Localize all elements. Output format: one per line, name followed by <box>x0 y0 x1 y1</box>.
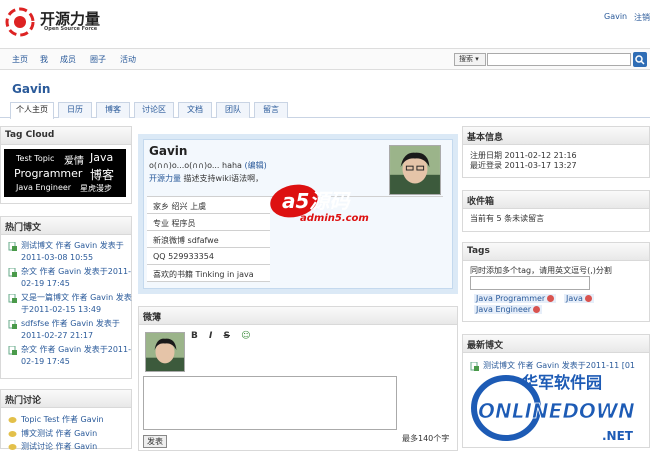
project-desc: 描述支持wiki语法啊， <box>183 174 264 183</box>
nav-home[interactable]: 主页 <box>12 54 28 65</box>
latest-posts-title: 最新博文 <box>463 335 649 353</box>
watermark-text: 华军软件园 <box>522 373 602 392</box>
tag-link[interactable]: 爱情 <box>64 152 84 167</box>
post-text: 又是一篇博文 作者 Gavin 发表于2011-02-15 13:49 <box>21 293 132 314</box>
tag-link[interactable]: Test Topic <box>16 154 54 163</box>
post-icon <box>8 294 17 303</box>
main-nav: 主页 我 成员 圈子 活动 搜索 ▾ <box>0 48 650 70</box>
tag-chip-label: Java Engineer <box>476 305 532 314</box>
logout-link[interactable]: 注销 <box>634 12 650 23</box>
editor-toolbar: B I S ☺ <box>191 331 259 341</box>
user-link[interactable]: Gavin <box>604 12 627 21</box>
search-scope-select[interactable]: 搜索 ▾ <box>454 53 486 66</box>
site-logo[interactable]: 开源力量 Open Source Force <box>4 6 109 38</box>
bold-button[interactable]: B <box>191 331 198 341</box>
post-text: 测试博文 作者 Gavin 发表于2011-03-08 10:55 <box>21 241 124 262</box>
project-link[interactable]: 开源力量 <box>149 174 181 183</box>
tag-chip: Java <box>564 294 594 303</box>
inbox-status[interactable]: 当前有 5 条未读留言 <box>470 213 544 224</box>
strike-button[interactable]: S <box>224 331 230 341</box>
italic-button[interactable]: I <box>209 331 212 341</box>
tag-link[interactable]: Java <box>90 151 113 164</box>
tag-link[interactable]: 博客 <box>90 166 114 183</box>
info-row: 家乡 绍兴 上虞 <box>147 197 270 214</box>
tag-chip: Java Engineer <box>474 305 543 314</box>
watermark-text: a5源码 <box>282 189 351 213</box>
motto-text: o(∩∩)o...o(∩∩)o... haha <box>149 161 242 170</box>
info-row: QQ 529933354 <box>147 248 270 265</box>
tag-chip: Java Programmer <box>474 294 557 303</box>
topic-text: Topic Test 作者 Gavin <box>21 415 104 424</box>
logo-mark-icon <box>5 7 35 37</box>
header: 开源力量 Open Source Force Gavin 注销 <box>0 0 650 48</box>
tab-home[interactable]: 个人主页 <box>10 102 54 119</box>
logo-subtitle: Open Source Force <box>44 26 98 32</box>
nav-circles[interactable]: 圈子 <box>90 54 106 65</box>
emoticon-icon[interactable]: ☺ <box>241 331 250 341</box>
search-input[interactable] <box>487 53 631 66</box>
search-button[interactable] <box>633 52 647 67</box>
info-row: 新浪微博 sdfafwe <box>147 231 270 248</box>
tag-chip-label: Java Programmer <box>476 294 546 303</box>
tab-messages[interactable]: 留言 <box>254 102 288 118</box>
last-login: 最近登录 2011-03-17 13:27 <box>470 161 577 170</box>
nav-activities[interactable]: 活动 <box>120 54 136 65</box>
tag-link[interactable]: Java Engineer <box>16 183 71 192</box>
tags-hint: 同时添加多个tag，请用英文逗号(,)分割 <box>470 266 612 275</box>
tab-docs[interactable]: 文档 <box>178 102 212 118</box>
post-text: 杂文 作者 Gavin 发表于2011-02-19 17:45 <box>21 345 132 366</box>
publish-button[interactable]: 发表 <box>143 435 167 448</box>
post-icon <box>8 346 17 355</box>
hot-posts-title: 热门博文 <box>1 217 131 235</box>
topic-text: 测试讨论 作者 Gavin <box>21 442 98 451</box>
nav-me[interactable]: 我 <box>40 54 48 65</box>
post-icon <box>8 268 17 277</box>
tag-input[interactable] <box>470 276 590 290</box>
topic-icon <box>8 431 17 437</box>
tab-calendar[interactable]: 日历 <box>58 102 92 118</box>
watermark-text: .NET <box>602 429 634 443</box>
basic-info-title: 基本信息 <box>463 127 649 145</box>
nav-members[interactable]: 成员 <box>60 54 76 65</box>
topic-text: 博文测试 作者 Gavin <box>21 429 98 438</box>
post-text: sdfsfse 作者 Gavin 发表于2011-02-27 21:17 <box>21 319 120 340</box>
hot-topics-title: 热门讨论 <box>1 390 131 408</box>
edit-motto-link[interactable]: (编辑) <box>245 161 267 170</box>
tag-chip-label: Java <box>566 294 583 303</box>
profile-tabs: 个人主页 日历 博客 讨论区 文档 团队 留言 <box>0 100 650 119</box>
inbox-title: 收件箱 <box>463 191 649 209</box>
info-row: 喜欢的书籍 Tinking in java <box>147 265 270 282</box>
profile-motto: o(∩∩)o...o(∩∩)o... haha (编辑) <box>149 160 267 171</box>
tab-team[interactable]: 团队 <box>216 102 250 118</box>
topic-icon <box>8 417 17 423</box>
tab-forum[interactable]: 讨论区 <box>134 102 174 118</box>
profile-name: Gavin <box>149 144 188 158</box>
search-icon <box>635 55 645 65</box>
post-icon <box>8 320 17 329</box>
tags-title: Tags <box>463 243 649 261</box>
tag-link[interactable]: Programmer <box>14 167 82 180</box>
inbox-box: 收件箱 <box>462 190 650 232</box>
tag-cloud: Test Topic 爱情 Java Programmer 博客 Java En… <box>4 149 126 197</box>
avatar <box>145 332 185 372</box>
tag-link[interactable]: 星虎漫步 <box>80 183 112 194</box>
tag-cloud-title: Tag Cloud <box>1 127 131 145</box>
profile-project: 开源力量 描述支持wiki语法啊， <box>149 173 263 184</box>
weibo-title: 微薄 <box>139 307 457 325</box>
post-text: 杂文 作者 Gavin 发表于2011-02-19 17:45 <box>21 267 132 288</box>
info-row: 专业 程序员 <box>147 214 270 231</box>
remove-tag-icon[interactable] <box>547 295 555 302</box>
post-icon <box>8 242 17 251</box>
avatar[interactable] <box>389 145 441 195</box>
watermark-text: ONLINEDOWN <box>478 399 635 423</box>
char-limit: 最多140个字 <box>402 434 450 443</box>
tab-blog[interactable]: 博客 <box>96 102 130 118</box>
remove-tag-icon[interactable] <box>533 306 541 313</box>
remove-tag-icon[interactable] <box>584 295 592 302</box>
page-title: Gavin <box>12 82 51 96</box>
weibo-textarea[interactable] <box>143 376 397 430</box>
onlinedown-watermark: 华军软件园 ONLINEDOWN .NET <box>471 373 635 443</box>
a5-watermark: a5源码 admin5.com <box>270 184 369 224</box>
watermark-text: admin5.com <box>300 213 369 224</box>
